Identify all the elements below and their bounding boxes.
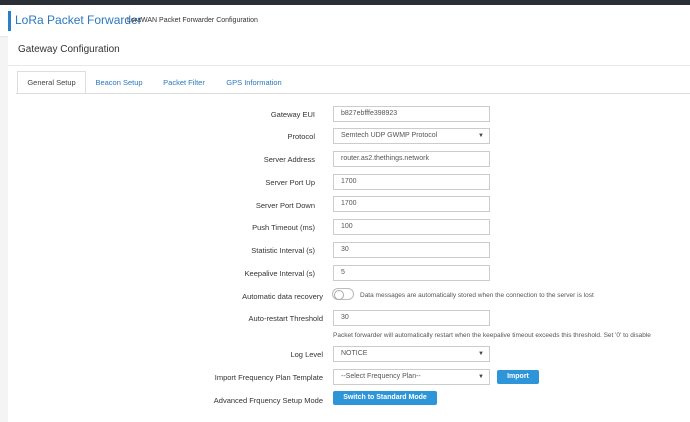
auto-recovery-help: Data messages are automatically stored w…	[360, 292, 594, 299]
tab-packet-filter[interactable]: Packet Filter	[156, 72, 212, 93]
app-brand[interactable]: LoRa Packet Forwarder	[15, 13, 142, 27]
toggle-knob	[334, 290, 344, 300]
freq-plan-select[interactable]: --Select Frequency Plan-- ▼	[333, 369, 490, 385]
advanced-mode-label: Advanced Frquency Setup Mode	[213, 396, 323, 405]
page-title: Gateway Configuration	[18, 44, 120, 55]
protocol-value: Semtech UDP GWMP Protocol	[341, 132, 438, 139]
keepalive-interval-label: Keepalive Interval (s)	[244, 269, 315, 278]
chevron-down-icon: ▼	[478, 374, 484, 380]
server-address-label: Server Address	[263, 155, 315, 164]
tab-gps-information[interactable]: GPS Information	[220, 72, 288, 93]
log-level-value: NOTICE	[341, 350, 368, 357]
switch-mode-button[interactable]: Switch to Standard Mode	[333, 391, 437, 405]
server-port-down-input[interactable]: 1700	[333, 196, 490, 212]
freq-plan-label: Import Frequency Plan Template	[214, 373, 323, 382]
server-port-up-input[interactable]: 1700	[333, 174, 490, 190]
server-port-up-label: Server Port Up	[265, 178, 315, 187]
statistic-interval-label: Statistic Interval (s)	[251, 246, 315, 255]
keepalive-interval-input[interactable]: 5	[333, 265, 490, 281]
auto-restart-label: Auto-restart Threshold	[248, 314, 323, 323]
gateway-eui-label: Gateway EUI	[270, 110, 315, 119]
header-accent	[8, 11, 11, 31]
auto-restart-help: Packet forwarder will automatically rest…	[333, 332, 651, 339]
protocol-select[interactable]: Semtech UDP GWMP Protocol ▼	[333, 128, 490, 144]
auto-recovery-toggle[interactable]	[332, 288, 354, 300]
tab-general-setup[interactable]: General Setup	[17, 71, 86, 94]
tab-underline	[16, 93, 690, 94]
push-timeout-input[interactable]: 100	[333, 219, 490, 235]
auto-recovery-label: Automatic data recovery	[242, 292, 323, 301]
app-header: LoRa Packet Forwarder LoraWAN Packet For…	[0, 5, 690, 37]
title-divider	[8, 65, 690, 66]
import-button[interactable]: Import	[497, 370, 539, 384]
tab-beacon-setup[interactable]: Beacon Setup	[88, 72, 150, 93]
push-timeout-label: Push Timeout (ms)	[252, 223, 315, 232]
freq-plan-value: --Select Frequency Plan--	[341, 373, 421, 380]
log-level-select[interactable]: NOTICE ▼	[333, 346, 490, 362]
app-subtitle: LoraWAN Packet Forwarder Configuration	[127, 17, 258, 24]
auto-restart-input[interactable]: 30	[333, 310, 490, 326]
server-address-input[interactable]: router.as2.thethings.network	[333, 151, 490, 167]
log-level-label: Log Level	[290, 350, 323, 359]
server-port-down-label: Server Port Down	[255, 201, 315, 210]
chevron-down-icon: ▼	[478, 351, 484, 357]
chevron-down-icon: ▼	[478, 133, 484, 139]
gateway-eui-input[interactable]: b827ebfffe398923	[333, 106, 490, 122]
protocol-label: Protocol	[287, 132, 315, 141]
statistic-interval-input[interactable]: 30	[333, 242, 490, 258]
